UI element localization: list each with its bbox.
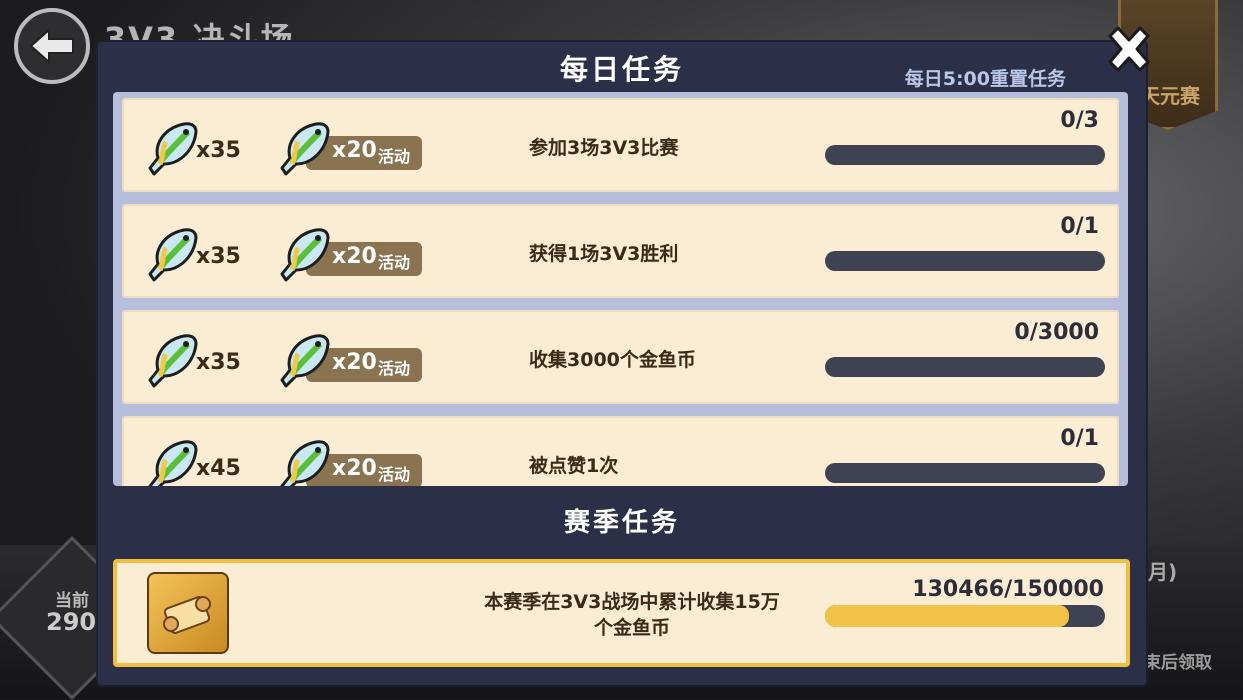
progress-bar xyxy=(825,357,1105,377)
task-description: 参加3场3V3比赛 xyxy=(529,137,679,159)
fish-icon xyxy=(144,330,200,388)
close-icon xyxy=(1108,26,1150,72)
reward-count: x35 xyxy=(196,350,241,375)
task-description: 获得1场3V3胜利 xyxy=(529,243,679,265)
event-tag: 活动 xyxy=(378,147,411,166)
task-description: 被点赞1次 xyxy=(529,455,619,477)
arrow-left-icon xyxy=(29,27,74,65)
scroll-reward-icon[interactable] xyxy=(147,572,229,654)
season-progress-text: 130466/150000 xyxy=(912,577,1104,602)
background-claim-text: 束后领取 xyxy=(1144,653,1212,673)
fish-reward[interactable]: x35 xyxy=(144,224,264,282)
season-task-row: 本赛季在3V3战场中累计收集15万 个金鱼币 130466/150000 xyxy=(113,559,1130,667)
fish-reward[interactable]: x35 xyxy=(144,330,264,388)
event-fish-reward[interactable]: x20 活动 xyxy=(276,224,426,282)
progress-text: 0/3000 xyxy=(1014,320,1099,345)
reward-count: x45 xyxy=(196,456,241,481)
close-button[interactable] xyxy=(1100,22,1158,80)
progress-bar xyxy=(825,463,1105,483)
tianyuan-label: 天元赛 xyxy=(1140,84,1200,108)
fish-icon xyxy=(276,118,332,176)
fish-reward[interactable]: x35 xyxy=(144,118,264,176)
season-progress-bar xyxy=(825,605,1105,627)
event-fish-reward[interactable]: x20 活动 xyxy=(276,436,426,486)
progress-text: 0/1 xyxy=(1060,214,1099,239)
event-reward-count: x20 xyxy=(332,456,377,481)
event-reward-count: x20 xyxy=(332,244,377,269)
reward-count: x35 xyxy=(196,244,241,269)
reset-note: 每日5:00重置任务 xyxy=(904,68,1066,90)
fish-icon xyxy=(276,224,332,282)
back-button[interactable] xyxy=(14,8,90,84)
progress-text: 0/3 xyxy=(1060,108,1099,133)
fish-icon xyxy=(144,436,200,486)
event-tag: 活动 xyxy=(378,253,411,272)
fish-icon xyxy=(276,330,332,388)
progress-bar xyxy=(825,145,1105,165)
progress-bar xyxy=(825,251,1105,271)
scroll-icon xyxy=(163,596,211,634)
season-desc-line-2: 个金鱼币 xyxy=(593,617,670,639)
event-tag: 活动 xyxy=(378,359,411,378)
fish-reward[interactable]: x45 xyxy=(144,436,264,486)
daily-tasks-modal: 每日任务 每日5:00重置任务 x35 x20 活动 参加3场3V3比赛 0/3 x35 x… xyxy=(98,42,1146,685)
daily-task-row: x45 x20 活动 被点赞1次 0/1 xyxy=(122,416,1119,486)
progress-text: 0/1 xyxy=(1060,426,1099,451)
event-fish-reward[interactable]: x20 活动 xyxy=(276,330,426,388)
event-tag: 活动 xyxy=(378,465,411,484)
season-title: 赛季任务 xyxy=(563,508,680,538)
fish-icon xyxy=(276,436,332,486)
task-description: 收集3000个金鱼币 xyxy=(529,349,696,371)
daily-task-row: x35 x20 活动 获得1场3V3胜利 0/1 xyxy=(122,204,1119,298)
event-fish-reward[interactable]: x20 活动 xyxy=(276,118,426,176)
event-reward-count: x20 xyxy=(332,138,377,163)
fish-icon xyxy=(144,118,200,176)
season-desc-line-1: 本赛季在3V3战场中累计收集15万 xyxy=(484,591,780,613)
event-reward-count: x20 xyxy=(332,350,377,375)
background-text-right: 月) xyxy=(1148,560,1178,584)
daily-task-row: x35 x20 活动 参加3场3V3比赛 0/3 xyxy=(122,98,1119,192)
reward-count: x35 xyxy=(196,138,241,163)
season-progress-fill xyxy=(825,605,1069,627)
season-task-description: 本赛季在3V3战场中累计收集15万 个金鱼币 xyxy=(457,589,807,641)
fish-icon xyxy=(144,224,200,282)
daily-task-list[interactable]: x35 x20 活动 参加3场3V3比赛 0/3 x35 x20 活动 获得1场3V3胜利 0/1… xyxy=(113,92,1128,486)
daily-task-row: x35 x20 活动 收集3000个金鱼币 0/3000 xyxy=(122,310,1119,404)
current-value: 290 xyxy=(46,608,97,636)
